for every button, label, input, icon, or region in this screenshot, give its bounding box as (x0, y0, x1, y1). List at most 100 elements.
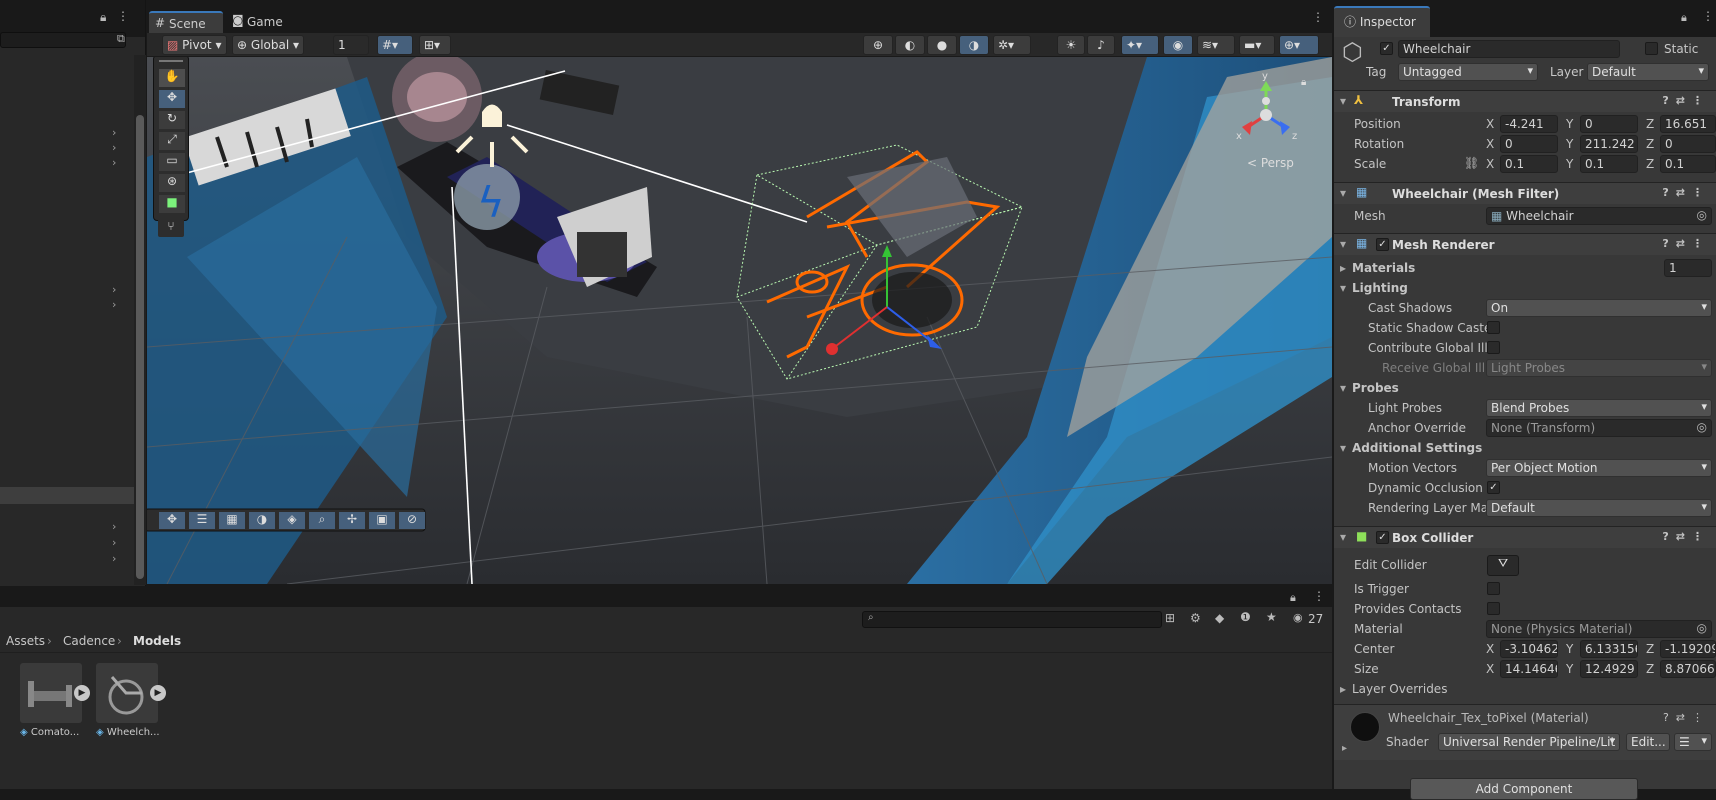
materials-row[interactable]: ▸ Materials 1 (1334, 258, 1716, 278)
pivot-dropdown[interactable]: ▨ Pivot ▾ (162, 35, 227, 55)
play-preview-icon[interactable]: ▶ (74, 685, 90, 701)
grid-snap-button[interactable]: #▾ (377, 35, 413, 55)
component-actions[interactable]: ?⇄⋮ (1663, 711, 1710, 724)
active-checkbox[interactable]: ✓ (1380, 42, 1393, 55)
search-by-type-icon[interactable]: ⊞ (1165, 611, 1175, 625)
position-z-field[interactable]: 16.651 (1660, 115, 1716, 133)
tab-inspector[interactable]: ⓘ Inspector (1334, 6, 1430, 37)
hierarchy-tool-icon[interactable]: ⑂ (158, 219, 184, 237)
asset-label[interactable]: ◈ Wheelch... (96, 727, 160, 738)
lock-icon[interactable]: 🔒︎ (1290, 591, 1296, 605)
light-probes-dropdown[interactable]: Blend Probes (1486, 399, 1712, 417)
materials-count-field[interactable]: 1 (1664, 259, 1712, 277)
audio-toggle-icon[interactable]: ♪ (1087, 35, 1115, 55)
expand-chevron-icon[interactable]: › (112, 283, 116, 296)
orientation-gizmo[interactable]: y x z (1232, 71, 1302, 155)
object-picker-icon[interactable]: ◎ (1697, 208, 1707, 222)
breadcrumb-item[interactable]: Models (133, 634, 181, 648)
anchor-override-field[interactable]: None (Transform) ◎ (1486, 419, 1712, 437)
expand-chevron-icon[interactable]: › (112, 141, 116, 154)
expand-chevron-icon[interactable]: › (112, 298, 116, 311)
dynamic-occlusion-checkbox[interactable]: ✓ (1487, 481, 1500, 494)
asset-thumb[interactable] (96, 663, 158, 723)
tag-dropdown[interactable]: Untagged (1398, 63, 1538, 81)
material-title[interactable]: Wheelchair_Tex_toPixel (Material) (1388, 711, 1589, 725)
camera-overlay-icon[interactable]: ▣ (369, 512, 395, 529)
lock-icon[interactable]: 🔒︎ (100, 10, 106, 25)
more-menu-icon[interactable]: ⋮ (1313, 589, 1325, 603)
search-options-icon[interactable]: ⧉ (117, 32, 125, 46)
project-search-input[interactable]: ⌕ (862, 611, 1162, 628)
settings-overlay-icon[interactable]: ☰ (189, 512, 215, 529)
layers-overlay-icon[interactable]: ◈ (279, 512, 305, 529)
rendering-layer-dropdown[interactable]: Default (1486, 499, 1712, 517)
expand-chevron-icon[interactable]: › (112, 520, 116, 533)
drag-handle-icon[interactable] (159, 60, 183, 62)
lighting-toggle-icon[interactable]: ☀ (1057, 35, 1085, 55)
custom-tool-cube-icon[interactable]: ■ (159, 195, 185, 213)
expand-chevron-icon[interactable]: › (112, 536, 116, 549)
component-actions[interactable]: ?⇄⋮ (1662, 186, 1710, 199)
object-picker-icon[interactable]: ◎ (1697, 621, 1707, 635)
effects-dropdown[interactable]: ✦▾ (1121, 35, 1159, 55)
probes-foldout[interactable]: ▾ Probes (1334, 378, 1716, 398)
grid-toggle-button[interactable]: ⊞▾ (419, 35, 451, 55)
scale-y-field[interactable]: 0.1 (1580, 155, 1638, 173)
layer-dropdown[interactable]: Default (1587, 63, 1709, 81)
gizmos-dropdown[interactable]: ⊕▾ (1279, 35, 1319, 55)
motion-vectors-dropdown[interactable]: Per Object Motion (1486, 459, 1712, 477)
lighting-foldout[interactable]: ▾ Lighting (1334, 278, 1716, 298)
filter-icon[interactable]: ⚙ (1190, 611, 1201, 625)
rotate-tool-icon[interactable]: ↻ (159, 111, 185, 129)
expand-chevron-icon[interactable]: › (112, 552, 116, 565)
is-trigger-checkbox[interactable] (1487, 582, 1500, 595)
visibility-eye-icon[interactable]: ◉ (1293, 611, 1303, 624)
rotation-y-field[interactable]: 211.242 (1580, 135, 1638, 153)
move-overlay-icon[interactable]: ✥ (159, 512, 185, 529)
breadcrumb-item[interactable]: Cadence (63, 634, 115, 648)
rect-tool-icon[interactable]: ▭ (159, 153, 185, 171)
additional-settings-foldout[interactable]: ▾ Additional Settings (1334, 438, 1716, 458)
position-y-field[interactable]: 0 (1580, 115, 1638, 133)
contribute-gi-checkbox[interactable] (1487, 341, 1500, 354)
expand-chevron-icon[interactable]: › (112, 126, 116, 139)
component-actions[interactable]: ?⇄⋮ (1662, 237, 1710, 250)
rotation-x-field[interactable]: 0 (1500, 135, 1558, 153)
center-y-field[interactable]: 6.133156 (1580, 640, 1638, 658)
hierarchy-selected-row[interactable] (0, 487, 136, 504)
grid-size-input[interactable]: 1 (333, 35, 369, 55)
rotation-z-field[interactable]: 0 (1660, 135, 1716, 153)
shader-edit-button[interactable]: Edit... (1626, 733, 1670, 751)
warning-icon[interactable]: ❶ (1240, 610, 1251, 624)
component-actions[interactable]: ?⇄⋮ (1662, 94, 1710, 107)
lock-icon[interactable]: 🔒︎ (1681, 11, 1687, 25)
shader-options-dropdown[interactable]: ☰ (1674, 733, 1712, 751)
camera-dropdown[interactable]: ▬▾ (1239, 35, 1275, 55)
visibility-icon[interactable]: ◉ (1163, 35, 1193, 55)
size-y-field[interactable]: 12.4929 (1580, 660, 1638, 678)
edit-collider-button[interactable]: ⛛ (1487, 555, 1519, 576)
draw-mode-icon[interactable]: ⊕ (863, 35, 893, 55)
shading-wire-icon[interactable]: ◐ (895, 35, 925, 55)
cast-shadows-dropdown[interactable]: On (1486, 299, 1712, 317)
provides-contacts-checkbox[interactable] (1487, 602, 1500, 615)
center-x-field[interactable]: -3.104621 (1500, 640, 1558, 658)
snap-overlay-icon[interactable]: ✢ (339, 512, 365, 529)
grid-overlay-icon[interactable]: ▦ (219, 512, 245, 529)
box-collider-header[interactable]: ▾ ■ ✓ Box Collider ?⇄⋮ (1334, 526, 1716, 548)
debug-draw-dropdown[interactable]: ✲▾ (993, 35, 1031, 55)
search-overlay-icon[interactable]: ⌕ (309, 512, 335, 529)
layer-overrides-foldout[interactable]: ▸ Layer Overrides (1334, 679, 1716, 699)
global-dropdown[interactable]: ⊕ Global ▾ (232, 35, 304, 55)
link-icon[interactable]: ⛓ (1464, 156, 1479, 170)
scale-x-field[interactable]: 0.1 (1500, 155, 1558, 173)
hand-tool-icon[interactable]: ✋ (159, 69, 185, 87)
transform-header[interactable]: ▾ ⅄ Transform ?⇄⋮ (1334, 90, 1716, 112)
expand-chevron-icon[interactable]: › (112, 156, 116, 169)
shader-dropdown[interactable]: Universal Render Pipeline/Lit (1438, 733, 1620, 751)
hierarchy-search-input[interactable] (0, 32, 126, 48)
object-name-field[interactable]: Wheelchair (1398, 40, 1620, 58)
add-component-button[interactable]: Add Component (1410, 778, 1638, 800)
compass-overlay-icon[interactable]: ⊘ (399, 512, 425, 529)
shading-solid-icon[interactable]: ● (927, 35, 957, 55)
